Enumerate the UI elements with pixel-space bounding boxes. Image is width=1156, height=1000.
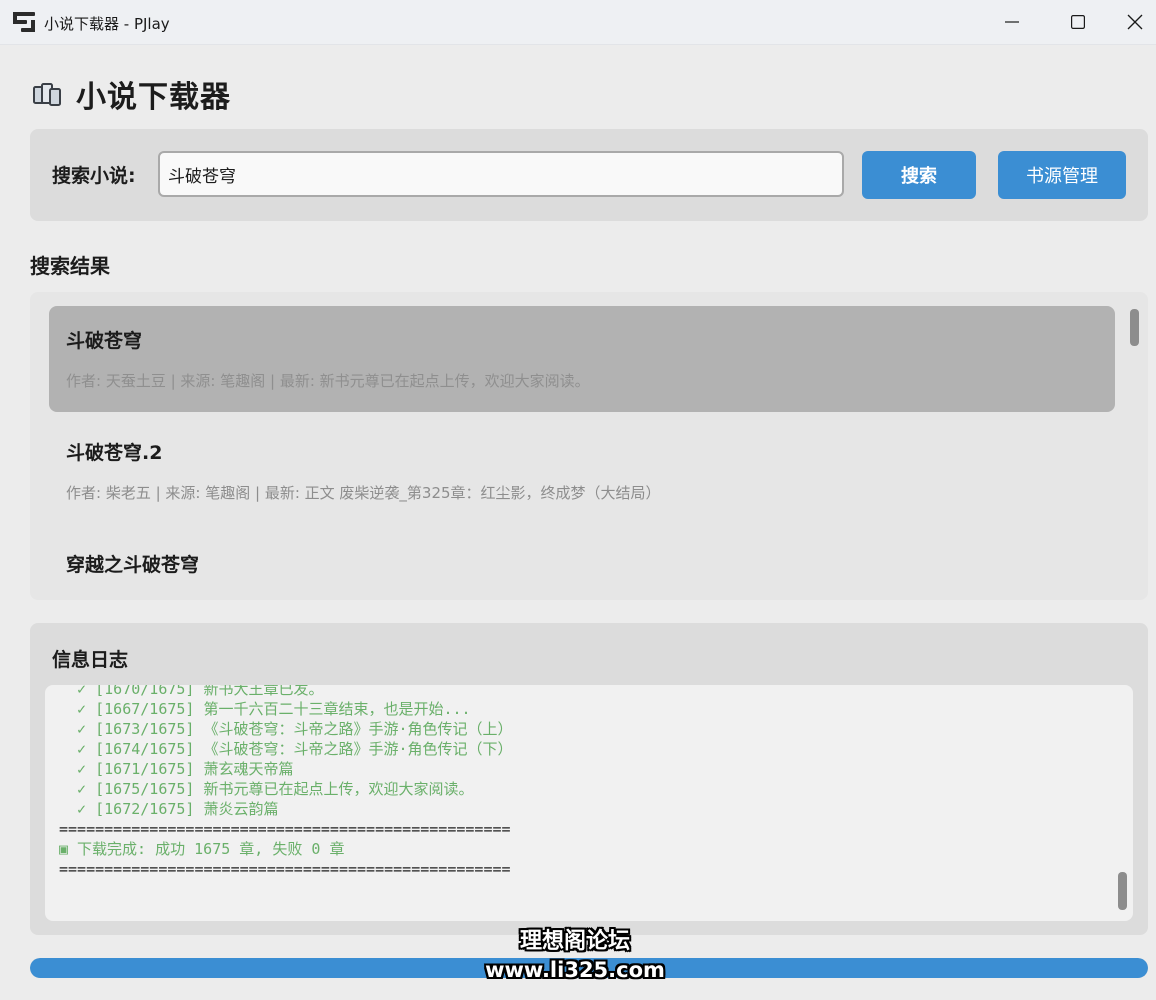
log-line: ✓ [1674/1675] 《斗破苍穹：斗帝之路》手游·角色传记（下） bbox=[59, 740, 513, 758]
log-line: ✓ [1672/1675] 萧炎云韵篇 bbox=[59, 800, 279, 818]
search-input[interactable] bbox=[158, 151, 844, 197]
result-item[interactable]: 斗破苍穹 作者: 天蚕土豆 | 来源: 笔趣阁 | 最新: 新书元尊已在起点上传… bbox=[49, 306, 1115, 412]
result-item[interactable]: 斗破苍穹.2 作者: 柴老五 | 来源: 笔趣阁 | 最新: 正文 废柴逆袭_第… bbox=[49, 418, 1115, 524]
search-button[interactable]: 搜索 bbox=[862, 151, 976, 199]
log-lines: ✓ [1670/1675] 新书大王章已发。 ✓ [1667/1675] 第一千… bbox=[59, 685, 513, 879]
log-panel: 信息日志 ✓ [1670/1675] 新书大王章已发。 ✓ [1667/1675… bbox=[30, 623, 1148, 935]
window-title: 小说下载器 - PJlay bbox=[44, 15, 170, 33]
books-icon bbox=[33, 83, 61, 106]
log-line: ✓ [1671/1675] 萧玄魂天帝篇 bbox=[59, 760, 294, 778]
result-title: 斗破苍穹 bbox=[66, 330, 143, 352]
results-title: 搜索结果 bbox=[30, 254, 110, 278]
page-title: 小说下载器 bbox=[76, 80, 231, 115]
log-line: ✓ [1675/1675] 新书元尊已在起点上传，欢迎大家阅读。 bbox=[59, 780, 474, 798]
log-separator: ========================================… bbox=[59, 860, 511, 878]
minimize-button[interactable] bbox=[982, 0, 1042, 44]
search-label: 搜索小说: bbox=[52, 165, 136, 187]
maximize-icon bbox=[1071, 15, 1085, 29]
result-meta: 作者: 柴老五 | 来源: 笔趣阁 | 最新: 正文 废柴逆袭_第325章：红尘… bbox=[66, 484, 661, 502]
maximize-button[interactable] bbox=[1048, 0, 1108, 44]
watermark-line1: 理想阁论坛 bbox=[519, 929, 630, 954]
title-bar: 小说下载器 - PJlay bbox=[0, 0, 1156, 45]
log-line: ✓ [1667/1675] 第一千六百二十三章结束，也是开始... bbox=[59, 700, 471, 718]
results-scrollbar[interactable] bbox=[1130, 309, 1139, 346]
result-title: 穿越之斗破苍穹 bbox=[66, 554, 200, 576]
log-scrollbar[interactable] bbox=[1118, 872, 1127, 910]
result-title: 斗破苍穹.2 bbox=[66, 442, 163, 464]
watermark: 理想阁论坛 www.li325.com bbox=[470, 928, 680, 984]
search-panel: 搜索小说: 搜索 书源管理 bbox=[30, 129, 1148, 221]
result-meta: 作者: 天蚕土豆 | 来源: 笔趣阁 | 最新: 新书元尊已在起点上传，欢迎大家… bbox=[66, 372, 590, 390]
source-manage-button[interactable]: 书源管理 bbox=[998, 151, 1126, 199]
log-textarea[interactable]: ✓ [1670/1675] 新书大王章已发。 ✓ [1667/1675] 第一千… bbox=[45, 685, 1133, 921]
results-list[interactable]: 斗破苍穹 作者: 天蚕土豆 | 来源: 笔趣阁 | 最新: 新书元尊已在起点上传… bbox=[30, 292, 1148, 600]
minimize-icon bbox=[1005, 21, 1019, 23]
log-title: 信息日志 bbox=[52, 649, 129, 671]
result-item[interactable]: 穿越之斗破苍穹 bbox=[49, 530, 1115, 600]
log-line: ✓ [1673/1675] 《斗破苍穹：斗帝之路》手游·角色传记（上） bbox=[59, 720, 513, 738]
log-separator: ========================================… bbox=[59, 820, 511, 838]
close-button[interactable] bbox=[1114, 0, 1156, 44]
app-icon bbox=[13, 12, 35, 32]
log-line: ✓ [1670/1675] 新书大王章已发。 bbox=[59, 685, 324, 698]
close-icon bbox=[1127, 14, 1143, 30]
watermark-line2: www.li325.com bbox=[485, 958, 665, 982]
log-summary: ▣ 下载完成: 成功 1675 章, 失败 0 章 bbox=[59, 840, 345, 858]
app-heading: 小说下载器 bbox=[30, 72, 231, 116]
